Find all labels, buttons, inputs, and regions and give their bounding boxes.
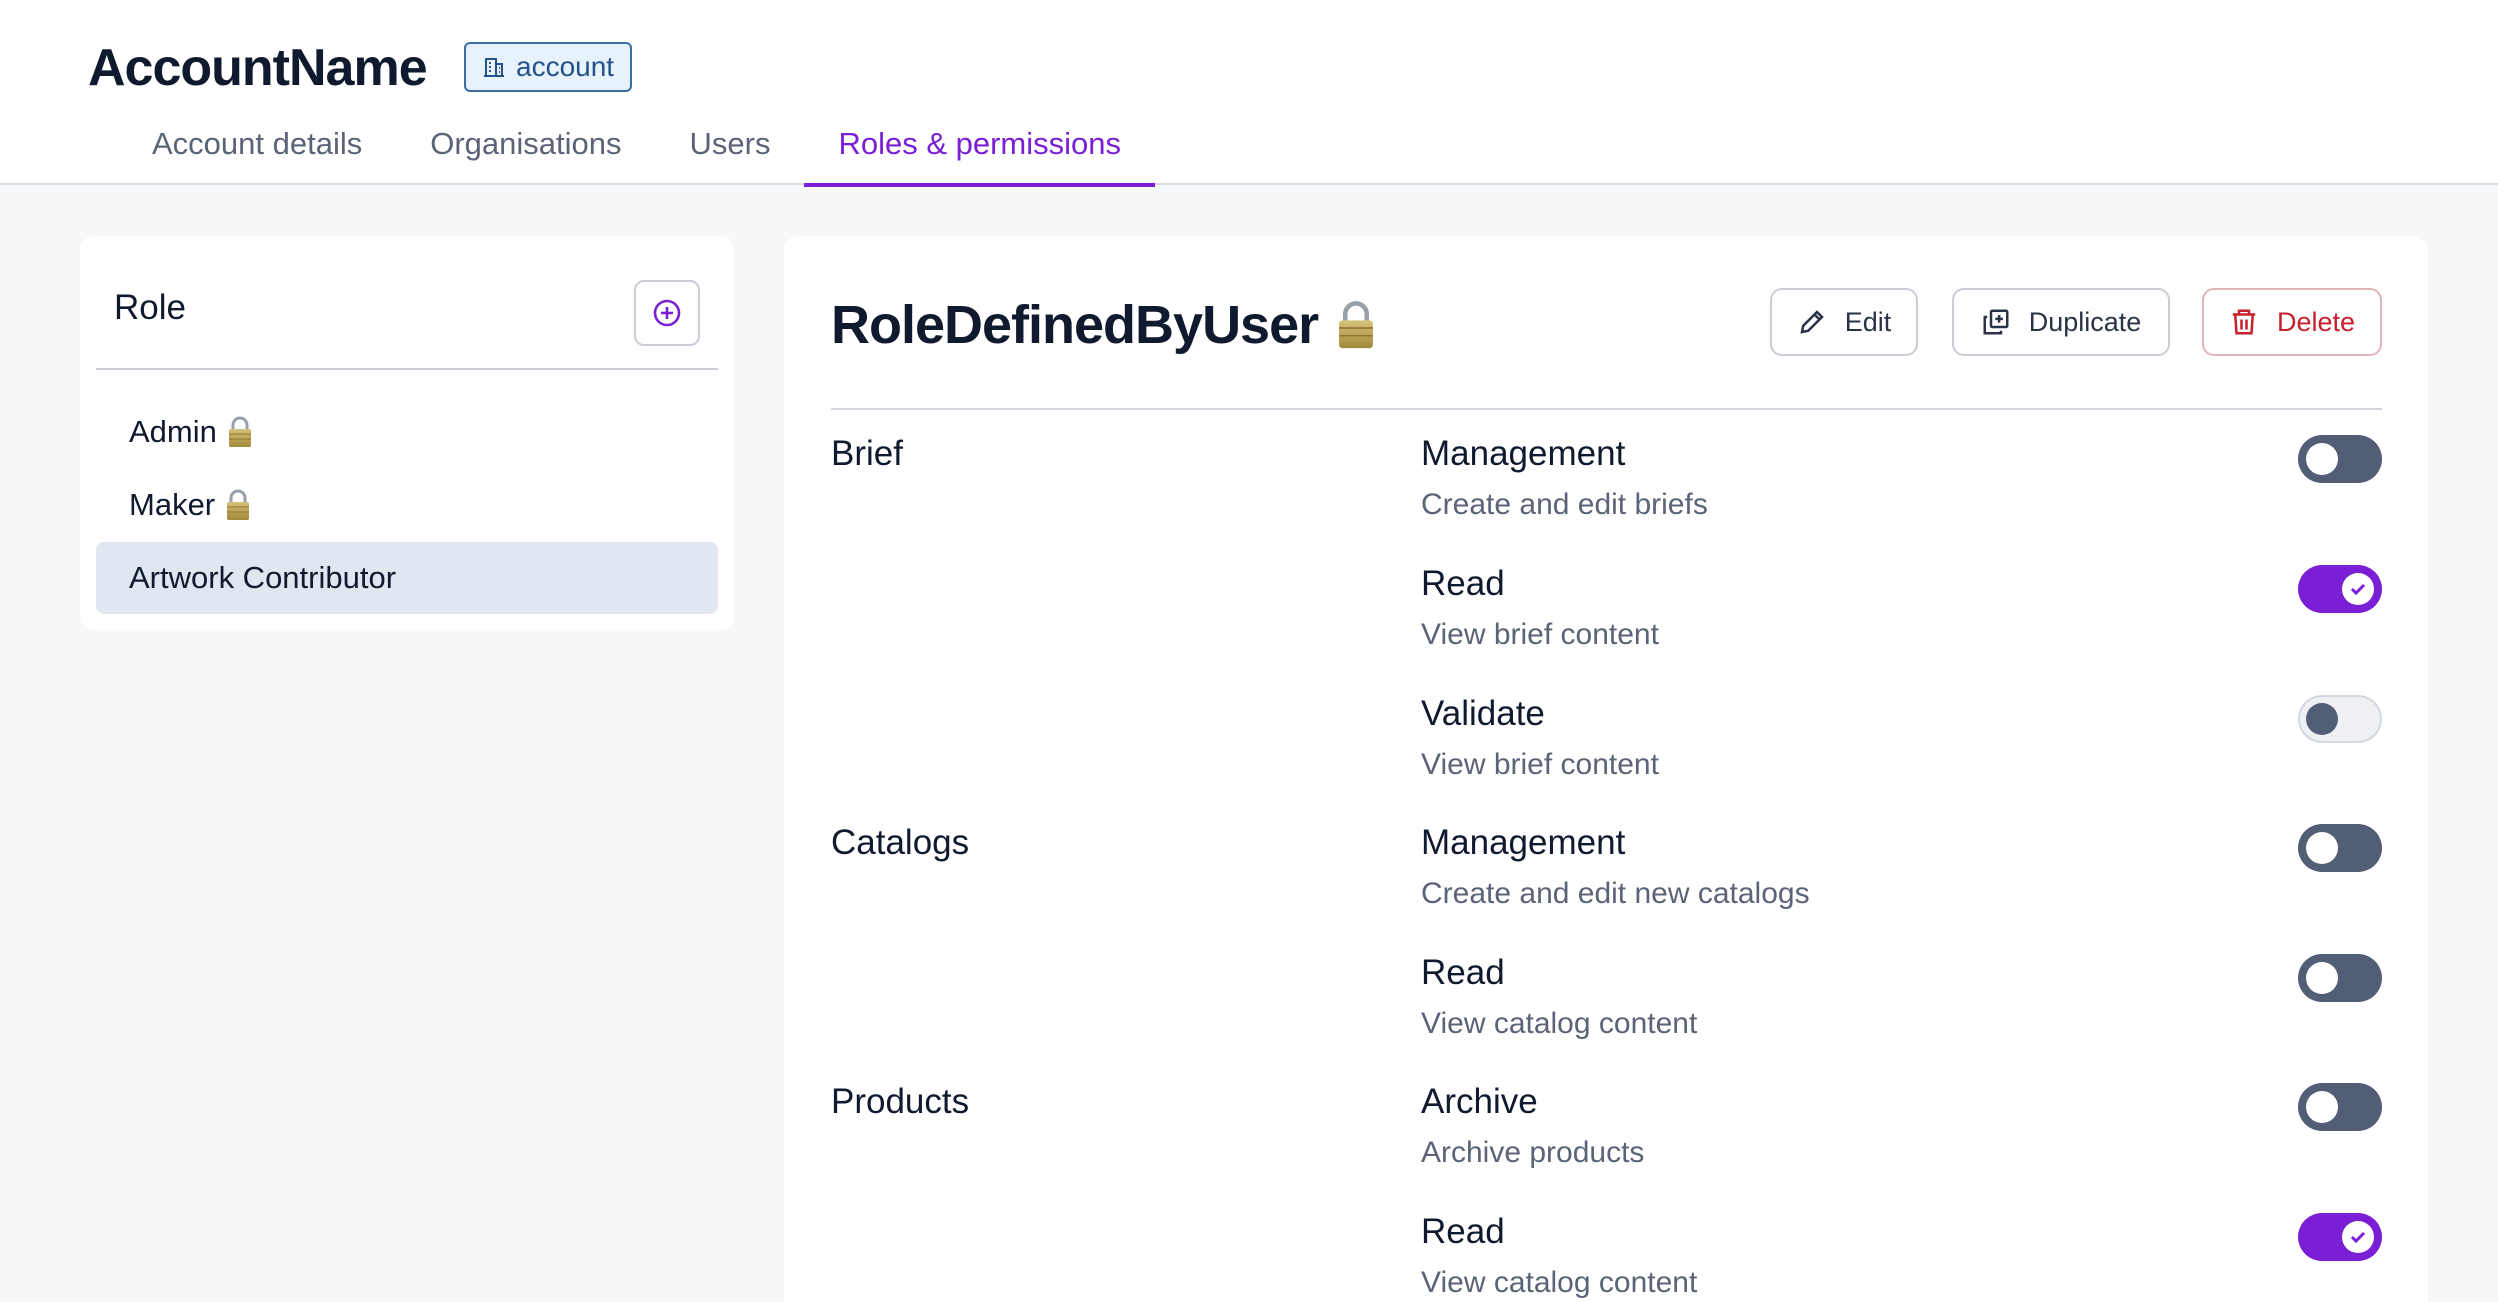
duplicate-icon [1983,309,2009,335]
toggle-knob [2342,1221,2374,1253]
permission-description: View catalog content [1421,1007,1698,1040]
toggle-brief-management[interactable] [2298,435,2382,483]
edit-button-label: Edit [1844,306,1892,337]
role-item-label: Artwork Contributor [129,560,397,595]
tab-account-details[interactable]: Account details [118,116,396,185]
add-role-button[interactable] [634,280,700,346]
tab-users[interactable]: Users [656,116,805,185]
building-icon [484,58,504,77]
toggle-catalogs-read[interactable] [2298,954,2382,1002]
lock-icon [225,489,251,521]
role-panel-title: Role [114,288,186,327]
permission-name: Management [1421,434,1626,473]
role-item-label: Admin [129,414,217,449]
toggle-brief-read[interactable] [2298,565,2382,613]
pencil-icon [1800,310,1824,334]
lock-icon [227,416,253,448]
account-name: AccountName [88,39,428,97]
toggle-knob [2306,443,2338,475]
duplicate-button[interactable]: Duplicate [1952,288,2170,356]
permission-name: Read [1421,564,1505,603]
plus-circle-icon [653,299,681,327]
check-icon [2350,583,2366,596]
role-item-admin[interactable]: Admin [96,396,718,468]
toggle-knob [2342,573,2374,605]
page-header: AccountName account Account details Orga… [0,0,2498,187]
account-badge-label: account [516,51,615,82]
section-label-brief: Brief [831,434,903,473]
role-item-label: Maker [129,487,216,522]
toggle-catalogs-management[interactable] [2298,824,2382,872]
tab-organisations[interactable]: Organisations [396,116,655,185]
permission-name: Archive [1421,1082,1538,1121]
section-label-catalogs: Catalogs [831,823,970,862]
divider [831,408,2382,410]
tab-roles-permissions[interactable]: Roles & permissions [804,116,1155,187]
account-type-badge: account [464,42,633,92]
role-item-artwork-contributor[interactable]: Artwork Contributor [96,542,718,614]
permission-description: View brief content [1421,618,1659,651]
permission-description: View catalog content [1421,1266,1698,1299]
toggle-products-archive[interactable] [2298,1083,2382,1131]
divider [96,368,718,370]
role-detail-panel: RoleDefinedByUser Edit Duplicate Delete … [784,236,2428,1302]
delete-button[interactable]: Delete [2202,288,2382,356]
permission-name: Management [1421,823,1626,862]
section-label-products: Products [831,1082,970,1121]
toggle-brief-validate[interactable] [2298,695,2382,743]
toggle-knob [2306,832,2338,864]
edit-button[interactable]: Edit [1770,288,1918,356]
delete-button-label: Delete [2276,306,2356,337]
tab-bar: Account details Organisations Users Role… [118,116,1155,187]
permission-description: Archive products [1421,1136,1645,1169]
permission-description: View brief content [1421,748,1659,781]
toggle-knob [2306,703,2338,735]
toggle-products-read[interactable] [2298,1213,2382,1261]
toggle-knob [2306,962,2338,994]
permission-description: Create and edit briefs [1421,488,1708,521]
permission-description: Create and edit new catalogs [1421,877,1810,910]
toggle-knob [2306,1091,2338,1123]
trash-icon [2232,309,2256,335]
duplicate-button-label: Duplicate [2028,306,2142,337]
permission-name: Read [1421,953,1505,992]
role-list-panel: Role Admin Maker Artwork Contributor [80,236,734,630]
check-icon [2350,1231,2366,1244]
permission-name: Validate [1421,694,1545,733]
role-detail-title: RoleDefinedByUser [831,295,1319,355]
role-item-maker[interactable]: Maker [96,469,718,541]
permission-name: Read [1421,1212,1505,1251]
role-detail-title-row: RoleDefinedByUser [831,294,1376,356]
lock-icon [1336,300,1376,350]
